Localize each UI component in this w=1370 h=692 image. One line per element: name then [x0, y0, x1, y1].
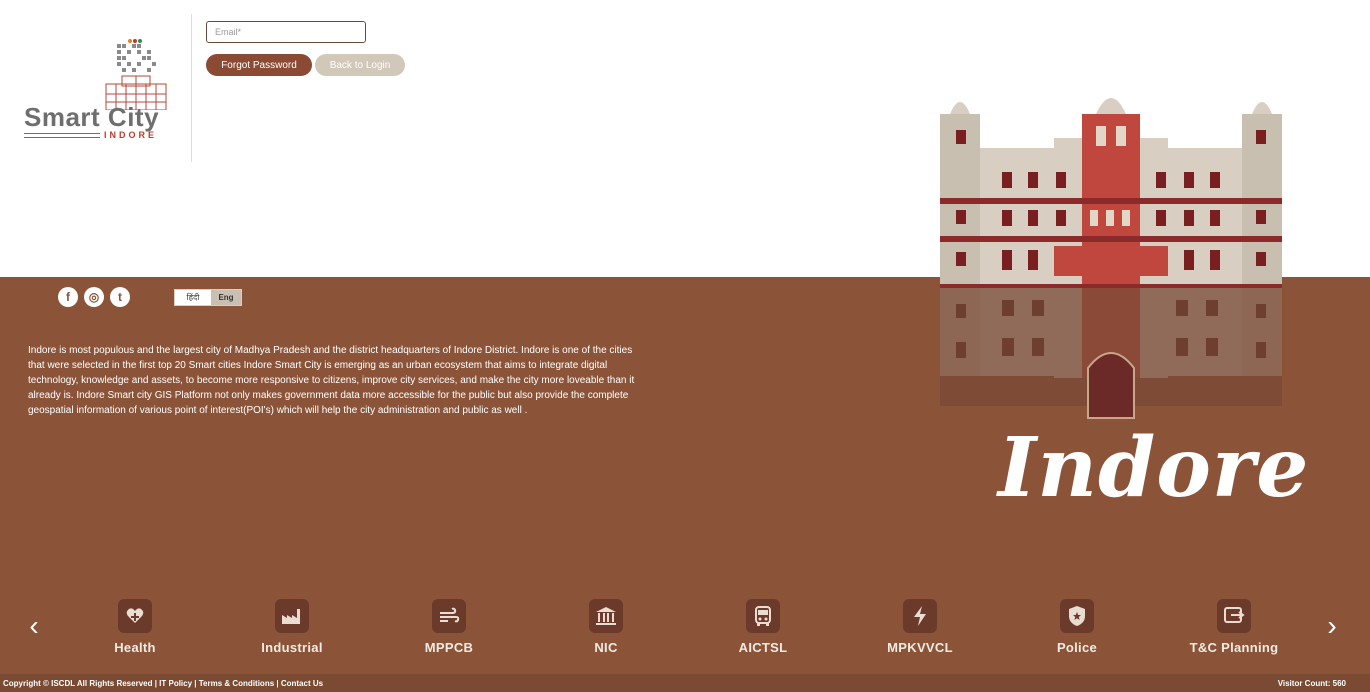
- police-badge-icon: [1060, 599, 1094, 633]
- lightning-icon: [903, 599, 937, 633]
- rajwada-palace-illustration: [940, 98, 1282, 419]
- header-divider: [191, 14, 192, 162]
- category-mppcb[interactable]: MPPCB: [389, 599, 509, 655]
- category-police[interactable]: Police: [1017, 599, 1137, 655]
- twitter-icon[interactable]: t: [110, 287, 130, 307]
- carousel-prev-arrow-icon[interactable]: ‹: [24, 612, 44, 640]
- twitter-glyph: t: [118, 290, 122, 304]
- footer-bar: Copyright © ISCDL All Rights Reserved | …: [0, 674, 1370, 692]
- category-mpkvvcl[interactable]: MPKVVCL: [860, 599, 980, 655]
- instagram-glyph: ◎: [88, 290, 100, 304]
- footer-copyright-links[interactable]: Copyright © ISCDL All Rights Reserved | …: [3, 679, 323, 688]
- logo-underline: [24, 133, 100, 138]
- logo-emblem-icon: [105, 39, 167, 110]
- category-label: Industrial: [261, 640, 323, 655]
- logo-subtitle: INDORE: [104, 130, 158, 140]
- planning-icon: [1217, 599, 1251, 633]
- language-hindi-button[interactable]: हिंदी: [175, 290, 211, 305]
- visitor-count: Visitor Count: 560: [1277, 678, 1346, 688]
- language-english-button[interactable]: Eng: [211, 290, 241, 305]
- category-industrial[interactable]: Industrial: [232, 599, 352, 655]
- instagram-icon[interactable]: ◎: [84, 287, 104, 307]
- email-input[interactable]: [206, 21, 366, 43]
- smart-city-logo[interactable]: Smart City INDORE: [22, 38, 172, 142]
- category-health[interactable]: Health: [75, 599, 195, 655]
- category-label: Police: [1056, 640, 1098, 655]
- category-label: T&C Planning: [1189, 640, 1279, 655]
- category-aictsl[interactable]: AICTSL: [703, 599, 823, 655]
- language-toggle: हिंदी Eng: [174, 289, 242, 306]
- health-icon: [118, 599, 152, 633]
- logo-wordmark: Smart City: [24, 102, 160, 132]
- factory-icon: [275, 599, 309, 633]
- facebook-icon[interactable]: f: [58, 287, 78, 307]
- category-label: MPKVVCL: [887, 640, 953, 655]
- category-label: NIC: [594, 640, 618, 655]
- government-building-icon: [589, 599, 623, 633]
- category-label: AICTSL: [738, 640, 788, 655]
- category-tc-planning[interactable]: T&C Planning: [1174, 599, 1294, 655]
- category-nic[interactable]: NIC: [546, 599, 666, 655]
- category-label: Health: [114, 640, 156, 655]
- category-label: MPPCB: [424, 640, 474, 655]
- wind-icon: [432, 599, 466, 633]
- bus-icon: [746, 599, 780, 633]
- carousel-next-arrow-icon[interactable]: ›: [1322, 612, 1342, 640]
- city-name-title: Indore: [998, 420, 1310, 516]
- facebook-glyph: f: [66, 290, 70, 304]
- forgot-password-button[interactable]: Forgot Password: [206, 54, 312, 76]
- back-to-login-button[interactable]: Back to Login: [315, 54, 405, 76]
- city-description: Indore is most populous and the largest …: [28, 345, 635, 416]
